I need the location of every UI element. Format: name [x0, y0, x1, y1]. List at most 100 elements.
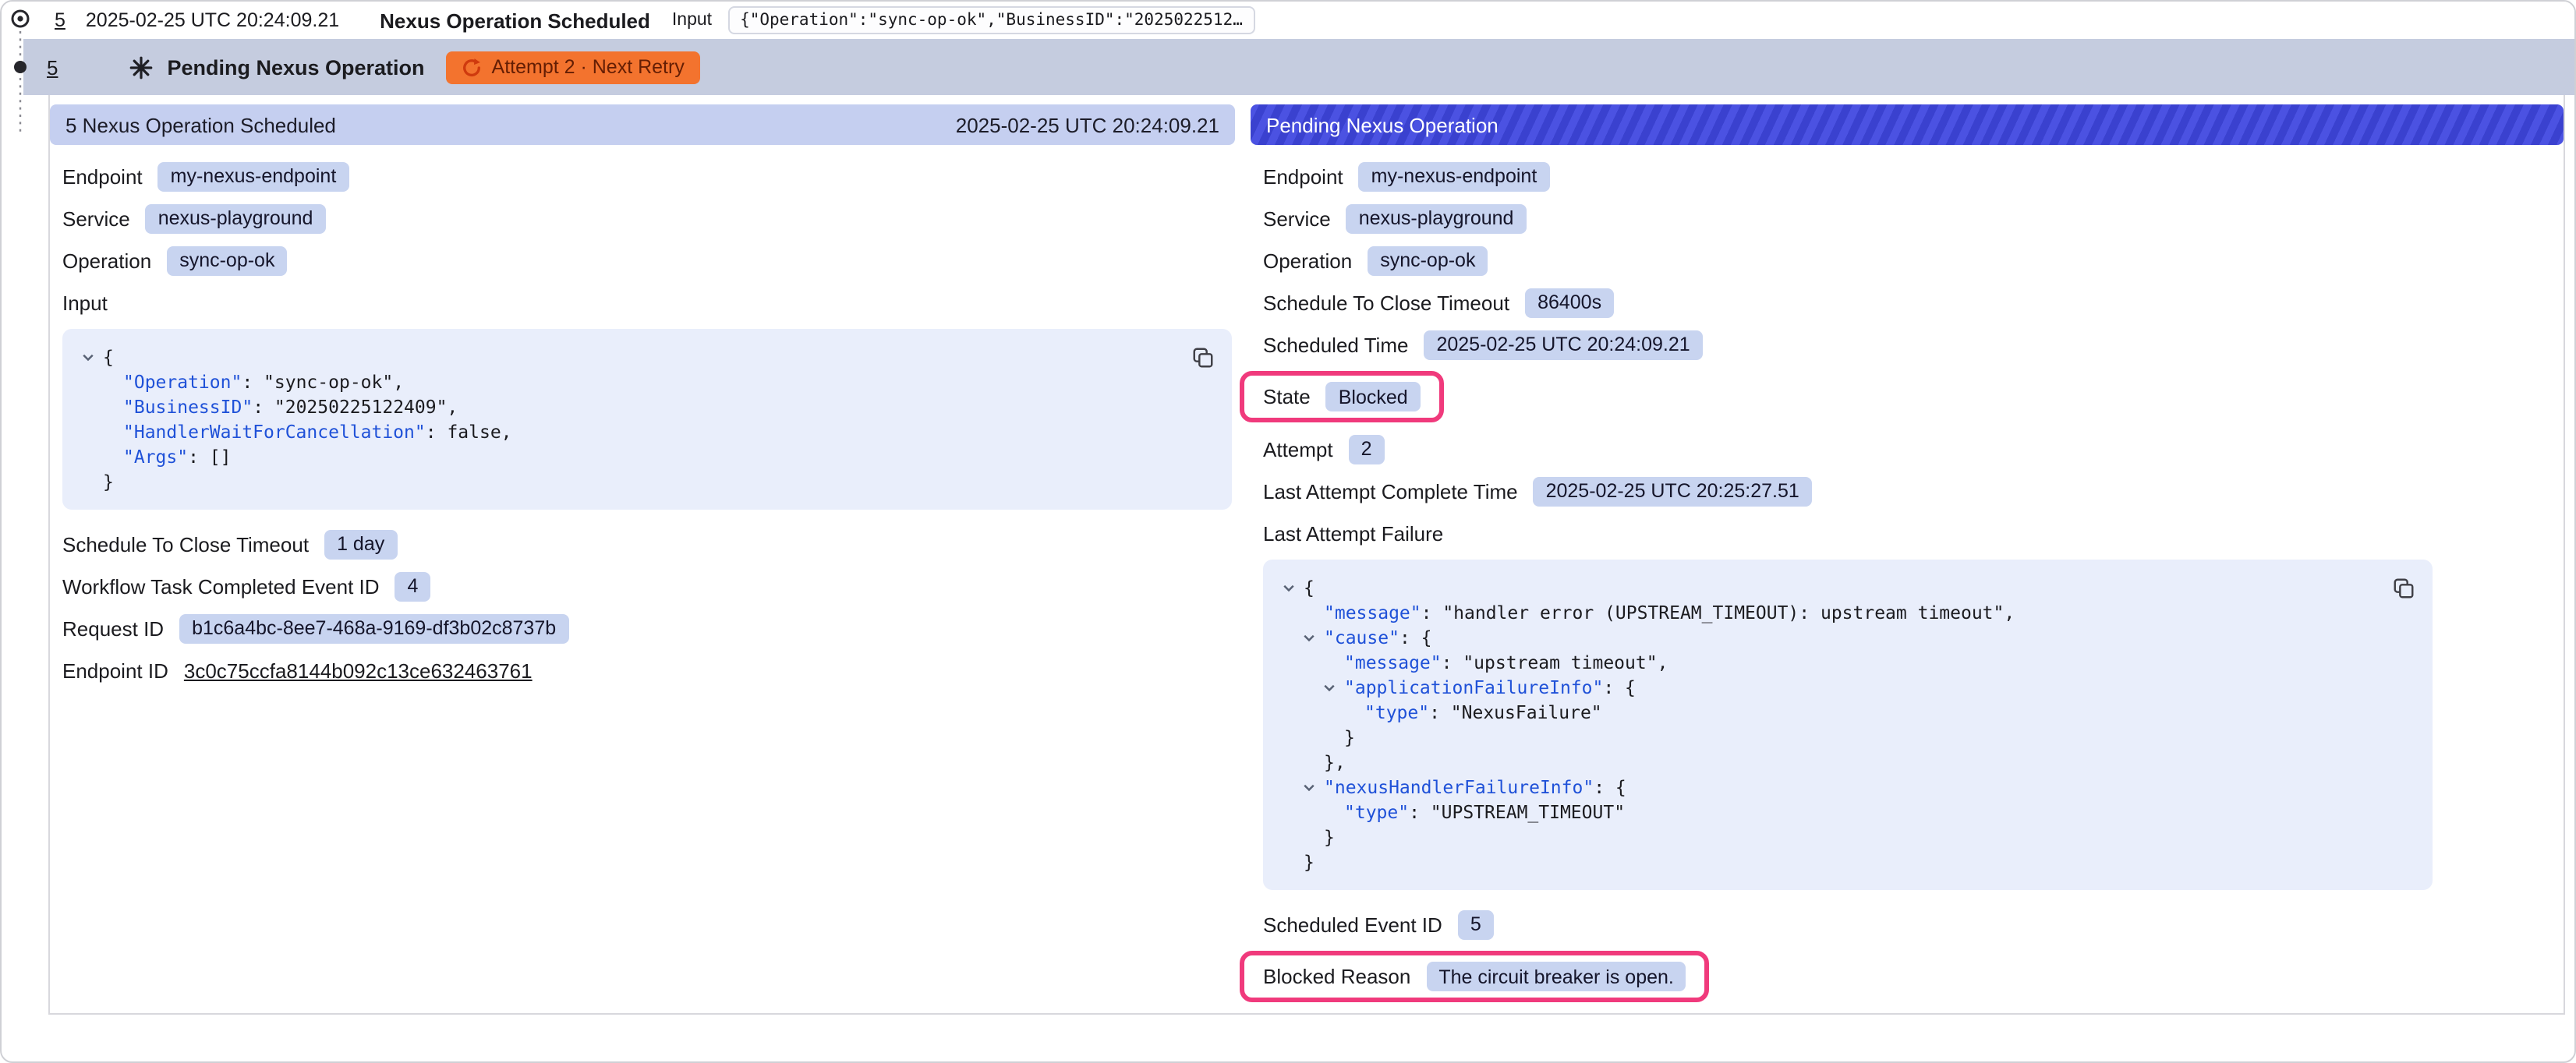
operation-value-badge: sync-op-ok — [1368, 245, 1488, 275]
code-line: "type": "NexusFailure" — [1276, 700, 2370, 725]
field-label: Scheduled Time — [1263, 333, 1408, 356]
field-label: Endpoint — [62, 164, 143, 188]
code-line: { — [75, 344, 1169, 369]
field-schedule-to-close-timeout: Schedule To Close Timeout 86400s — [1263, 287, 2564, 318]
code-line: } — [1276, 725, 2370, 750]
pending-operation-asterisk-icon — [129, 55, 153, 79]
code-text: } — [1324, 826, 1335, 848]
code-text: "HandlerWaitForCancellation": false, — [123, 421, 512, 443]
code-line: "Args": [] — [75, 444, 1169, 469]
code-gutter — [101, 444, 123, 469]
field-last-attempt-complete-time: Last Attempt Complete Time 2025-02-25 UT… — [1263, 475, 2564, 507]
code-text: "message": "upstream timeout", — [1344, 652, 1668, 673]
annotation-highlight-blocked-reason: Blocked Reason The circuit breaker is op… — [1240, 951, 1710, 1002]
attempt-retry-badge: Attempt 2 · Next Retry — [447, 51, 700, 83]
code-line: "message": "upstream timeout", — [1276, 650, 2370, 675]
code-line: "HandlerWaitForCancellation": false, — [75, 419, 1169, 444]
retry-icon — [462, 57, 483, 77]
event-id-link[interactable]: 5 — [55, 9, 65, 31]
pending-panel-fields: Endpoint my-nexus-endpoint Service nexus… — [1251, 145, 2564, 1007]
event-row-scheduled[interactable]: 5 2025-02-25 UTC 20:24:09.21 Nexus Opera… — [2, 2, 2574, 39]
field-label: Service — [62, 207, 130, 230]
code-gutter — [1282, 849, 1304, 874]
last-attempt-failure-label: Last Attempt Failure — [1263, 521, 1443, 545]
input-label: Input — [62, 291, 108, 314]
endpoint-value-badge: my-nexus-endpoint — [1359, 161, 1550, 191]
pending-operation-row[interactable]: 5 Pending Nexus Operation Attempt 2 · Ne… — [23, 39, 2574, 95]
field-service: Service nexus-playground — [62, 203, 1235, 234]
field-attempt: Attempt 2 — [1263, 433, 2564, 464]
pending-panel-header: Pending Nexus Operation — [1251, 104, 2564, 145]
collapse-chevron-icon[interactable] — [81, 344, 103, 369]
field-label: Schedule To Close Timeout — [1263, 291, 1509, 314]
annotation-highlight-state: State Blocked — [1240, 371, 1444, 422]
field-request-id: Request ID b1c6a4bc-8ee7-468a-9169-df3b0… — [62, 613, 1235, 644]
event-details-container: 5 Nexus Operation Scheduled 2025-02-25 U… — [48, 95, 2565, 1015]
event-input-preview-chip: {"Operation":"sync-op-ok","BusinessID":"… — [727, 6, 1255, 34]
code-line: "cause": { — [1276, 625, 2370, 650]
copy-button[interactable] — [1187, 341, 1218, 373]
attempt-badge-value: 2 — [1349, 434, 1385, 464]
code-gutter — [101, 394, 123, 419]
field-label: Endpoint — [1263, 164, 1343, 188]
event-timeline-rail — [2, 2, 39, 142]
code-text: "Args": [] — [123, 446, 232, 468]
code-line: "Operation": "sync-op-ok", — [75, 369, 1169, 394]
code-text: "cause": { — [1324, 627, 1432, 648]
pending-event-id-link[interactable]: 5 — [47, 55, 58, 79]
code-gutter — [1302, 600, 1324, 625]
field-endpoint: Endpoint my-nexus-endpoint — [62, 161, 1235, 192]
state-badge: Blocked — [1326, 382, 1421, 411]
field-label: Attempt — [1263, 437, 1333, 461]
schedule-to-close-timeout-badge: 86400s — [1525, 288, 1614, 317]
code-text: "BusinessID": "20250225122409", — [123, 396, 458, 418]
code-text: "type": "NexusFailure" — [1364, 701, 1602, 723]
copy-icon — [1191, 345, 1214, 369]
field-service: Service nexus-playground — [1263, 203, 2564, 234]
code-line: { — [1276, 575, 2370, 600]
code-gutter — [81, 469, 103, 494]
request-id-badge: b1c6a4bc-8ee7-468a-9169-df3b02c8737b — [179, 613, 568, 643]
scheduled-panel-time: 2025-02-25 UTC 20:24:09.21 — [956, 113, 1219, 136]
failure-json-viewer: { "message": "handler error (UPSTREAM_TIM… — [1263, 560, 2433, 890]
copy-icon — [2391, 576, 2415, 599]
input-json-viewer: {"Operation": "sync-op-ok","BusinessID":… — [62, 329, 1232, 510]
code-text: "message": "handler error (UPSTREAM_TIME… — [1324, 602, 2015, 623]
field-label: Blocked Reason — [1263, 965, 1410, 988]
code-text: } — [1304, 851, 1315, 873]
code-text: "applicationFailureInfo": { — [1344, 676, 1636, 698]
field-label: Schedule To Close Timeout — [62, 532, 309, 556]
code-text: }, — [1324, 751, 1346, 773]
code-line: "message": "handler error (UPSTREAM_TIME… — [1276, 600, 2370, 625]
field-label: Workflow Task Completed Event ID — [62, 574, 380, 598]
field-label: Request ID — [62, 616, 164, 640]
code-text: } — [103, 471, 114, 493]
field-label: Scheduled Event ID — [1263, 913, 1442, 936]
copy-button[interactable] — [2387, 572, 2419, 603]
event-input-label: Input — [672, 11, 712, 30]
scheduled-event-id-badge: 5 — [1458, 909, 1494, 939]
pending-operation-panel: Pending Nexus Operation Endpoint my-nexu… — [1251, 104, 2564, 1013]
field-input: Input — [62, 287, 1235, 318]
field-last-attempt-failure: Last Attempt Failure — [1263, 517, 2564, 549]
collapse-chevron-icon[interactable] — [1302, 775, 1324, 800]
last-attempt-complete-time-badge: 2025-02-25 UTC 20:25:27.51 — [1534, 476, 1812, 506]
scheduled-event-panel: 5 Nexus Operation Scheduled 2025-02-25 U… — [50, 104, 1235, 1013]
code-text: { — [1304, 577, 1315, 599]
code-text: "nexusHandlerFailureInfo": { — [1324, 776, 1626, 798]
endpoint-value-badge: my-nexus-endpoint — [158, 161, 349, 191]
code-gutter — [1322, 650, 1344, 675]
code-text: "type": "UPSTREAM_TIMEOUT" — [1344, 801, 1625, 823]
collapse-chevron-icon[interactable] — [1282, 575, 1304, 600]
field-scheduled-event-id: Scheduled Event ID 5 — [1263, 909, 2564, 940]
scheduled-time-badge: 2025-02-25 UTC 20:24:09.21 — [1424, 330, 1702, 359]
collapse-chevron-icon[interactable] — [1322, 675, 1344, 700]
field-endpoint: Endpoint my-nexus-endpoint — [1263, 161, 2564, 192]
field-workflow-task-completed-event-id: Workflow Task Completed Event ID 4 — [62, 570, 1235, 602]
endpoint-id-link[interactable]: 3c0c75ccfa8144b092c13ce632463761 — [184, 659, 533, 682]
code-line: } — [1276, 849, 2370, 874]
workflow-task-completed-event-id-badge: 4 — [395, 571, 431, 601]
code-line: "type": "UPSTREAM_TIMEOUT" — [1276, 800, 2370, 825]
attempt-retry-badge-label: Attempt 2 · Next Retry — [492, 56, 685, 78]
collapse-chevron-icon[interactable] — [1302, 625, 1324, 650]
